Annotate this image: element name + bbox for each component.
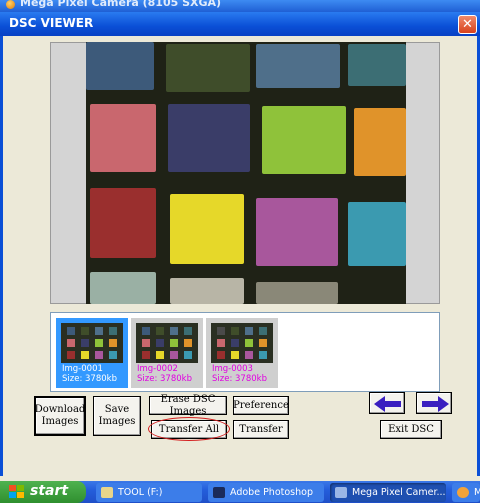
camera-icon <box>335 487 347 498</box>
thumbnail-strip: Img-0001 Size: 3780kb Img-0002 Size: 378… <box>50 312 440 392</box>
folder-icon <box>101 487 113 498</box>
close-button[interactable]: ✕ <box>458 15 477 34</box>
taskbar-item-label: Mega Pixel Camer... <box>352 487 446 498</box>
previous-image-button[interactable] <box>369 392 405 414</box>
exit-dsc-button[interactable]: Exit DSC <box>380 420 442 439</box>
thumbnail-size: Size: 3780kb <box>137 374 192 384</box>
thumbnail-img-0001[interactable]: Img-0001 Size: 3780kb <box>56 318 128 388</box>
start-label: start <box>30 483 69 499</box>
background-window-titlebar: Mega Pixel Camera (8105 SXGA) <box>0 0 480 12</box>
photoshop-icon <box>213 487 225 498</box>
transfer-button[interactable]: Transfer <box>233 420 289 439</box>
dialog-title: DSC VIEWER <box>9 16 94 30</box>
thumbnail-name: Img-0002 <box>137 364 178 374</box>
thumbnail-image <box>61 323 123 363</box>
right-arrow-icon <box>422 396 449 412</box>
download-images-button[interactable]: Download Images <box>34 396 86 436</box>
preference-button[interactable]: Preference <box>233 396 289 415</box>
taskbar-item-label: Adobe Photoshop <box>230 487 313 498</box>
app-icon <box>457 487 469 498</box>
thumbnail-name: Img-0001 <box>62 364 103 374</box>
taskbar-item-photoshop[interactable]: Adobe Photoshop <box>208 483 324 502</box>
thumbnail-image <box>211 323 273 363</box>
background-window-title: Mega Pixel Camera (8105 SXGA) <box>20 0 222 9</box>
next-image-button[interactable] <box>416 392 452 414</box>
thumbnail-img-0002[interactable]: Img-0002 Size: 3780kb <box>131 318 203 388</box>
taskbar-item-label: M <box>474 487 480 498</box>
transfer-all-button[interactable]: Transfer All <box>151 420 227 439</box>
taskbar-item-mega-pixel-camera[interactable]: Mega Pixel Camer... <box>330 483 446 502</box>
close-icon: ✕ <box>462 17 473 32</box>
thumbnail-size: Size: 3780kb <box>62 374 117 384</box>
taskbar-item-m[interactable]: M <box>452 483 480 502</box>
left-arrow-icon <box>374 396 401 412</box>
app-icon <box>6 0 15 9</box>
save-images-button[interactable]: Save Images <box>93 396 141 436</box>
thumbnail-size: Size: 3780kb <box>212 374 267 384</box>
preview-image <box>86 42 406 304</box>
erase-dsc-images-button[interactable]: Erase DSC Images <box>149 394 227 417</box>
thumbnail-img-0003[interactable]: Img-0003 Size: 3780kb <box>206 318 278 388</box>
taskbar-item-tool[interactable]: TOOL (F:) <box>96 483 202 502</box>
thumbnail-image <box>136 323 198 363</box>
taskbar-item-label: TOOL (F:) <box>118 487 163 498</box>
start-button[interactable]: start <box>0 481 86 503</box>
windows-flag-icon <box>9 485 24 498</box>
thumbnail-name: Img-0003 <box>212 364 253 374</box>
dialog-titlebar[interactable]: DSC VIEWER <box>0 12 480 36</box>
